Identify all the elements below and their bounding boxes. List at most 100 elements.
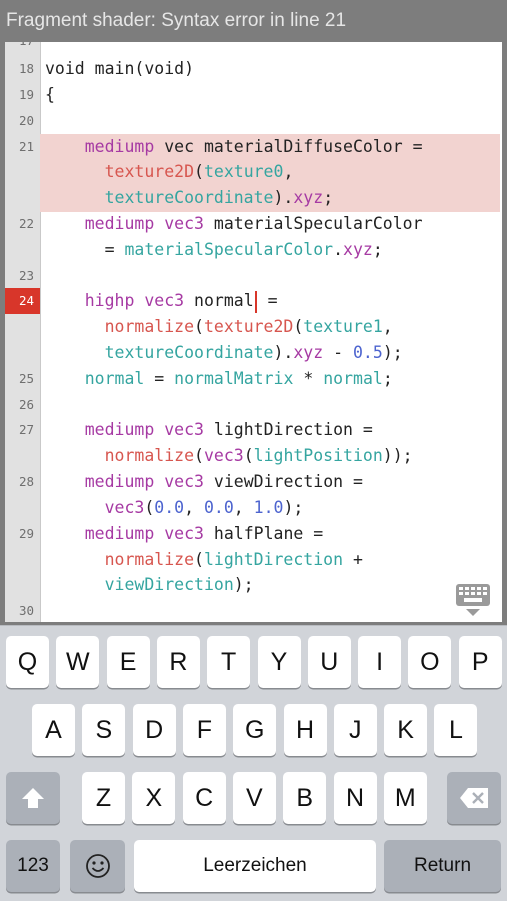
text-cursor [254, 290, 257, 313]
code-token: , [283, 162, 294, 181]
key-n[interactable]: N [333, 772, 377, 824]
code-token: ). [273, 188, 294, 207]
key-t[interactable]: T [207, 636, 251, 688]
editor-frame: Fragment shader: Syntax error in line 21… [0, 0, 507, 625]
code-token: ( [293, 317, 304, 336]
code-line: mediump vec3 lightDirection = [45, 417, 373, 443]
code-line: mediump vec3 halfPlane = [45, 521, 323, 547]
key-s[interactable]: S [82, 704, 126, 756]
code-token: materialSpecularColor [203, 214, 423, 233]
key-p[interactable]: P [458, 636, 502, 688]
line-number: 27 [18, 422, 34, 437]
key-z[interactable]: Z [82, 772, 125, 824]
backspace-icon [460, 788, 488, 808]
code-token: vec3 [164, 420, 204, 439]
key-i[interactable]: I [358, 636, 402, 688]
code-token: texture0 [203, 162, 284, 181]
code-line: normalize(lightDirection + [45, 547, 363, 573]
code-line: vec3(0.0, 0.0, 1.0); [45, 495, 304, 521]
code-token: normalize [104, 550, 195, 569]
error-message: Fragment shader: Syntax error in line 21 [0, 0, 507, 42]
code-token: vec3 [144, 291, 185, 310]
code-token: lightDirection [203, 550, 344, 569]
code-token: ; [372, 240, 383, 259]
code-line: texture2D(texture0, [45, 159, 294, 185]
line-number: 22 [18, 216, 34, 231]
code-token: materialSpecularColor [124, 240, 334, 259]
key-a[interactable]: A [32, 704, 75, 756]
code-line: viewDirection); [45, 572, 254, 598]
key-d[interactable]: D [132, 704, 176, 756]
line-number: 19 [18, 87, 34, 102]
code-token: = [257, 291, 278, 310]
space-key[interactable]: Leerzeichen [134, 840, 376, 892]
key-e[interactable]: E [106, 636, 150, 688]
key-o[interactable]: O [408, 636, 452, 688]
code-token: void main(void) [45, 59, 195, 78]
key-j[interactable]: J [333, 704, 377, 756]
key-c[interactable]: C [182, 772, 226, 824]
key-w[interactable]: W [56, 636, 100, 688]
code-line: textureCoordinate).xyz; [45, 185, 334, 211]
line-number: 25 [18, 371, 34, 386]
code-token: )); [382, 446, 413, 465]
key-k[interactable]: K [384, 704, 428, 756]
code-token: , [233, 498, 254, 517]
code-line: mediump vec3 viewDirection = [45, 469, 363, 495]
key-x[interactable]: X [132, 772, 176, 824]
code-token: xyz [343, 240, 373, 259]
key-y[interactable]: Y [257, 636, 301, 688]
code-token: , [184, 498, 204, 517]
key-g[interactable]: G [233, 704, 277, 756]
shift-key[interactable] [6, 772, 60, 824]
code-token: ; [323, 188, 334, 207]
emoji-key[interactable] [70, 840, 125, 892]
key-q[interactable]: Q [6, 636, 49, 688]
code-token: ( [144, 498, 155, 517]
key-h[interactable]: H [283, 704, 327, 756]
key-u[interactable]: U [307, 636, 351, 688]
code-token: halfPlane = [203, 524, 324, 543]
code-token: vec3 [203, 446, 244, 465]
numbers-key[interactable]: 123 [6, 840, 60, 892]
return-key[interactable]: Return [384, 840, 501, 892]
code-line: normalize(texture2D(texture1, [45, 314, 393, 340]
delete-key[interactable] [447, 772, 501, 824]
key-m[interactable]: M [383, 772, 427, 824]
code-token: vec3 [164, 214, 204, 233]
code-token: 0.0 [203, 498, 234, 517]
code-token: mediump [84, 472, 155, 491]
key-r[interactable]: R [156, 636, 200, 688]
code-line: void main(void) [45, 56, 194, 82]
code-line: { [45, 82, 55, 108]
code-token: mediump [84, 214, 155, 233]
emoji-icon [85, 854, 110, 878]
code-token: lightDirection = [203, 420, 373, 439]
key-v[interactable]: V [232, 772, 276, 824]
code-token: normal [323, 369, 383, 388]
code-editor[interactable]: 17 18 19 20 21 22 23 24 25 26 27 28 29 30 void main(v… [5, 42, 502, 622]
code-token: + [343, 550, 363, 569]
key-f[interactable]: F [182, 704, 226, 756]
code-token: normal [84, 369, 145, 388]
line-number: 18 [18, 61, 34, 76]
key-l[interactable]: L [434, 704, 478, 756]
code-token: ( [194, 550, 204, 569]
code-token: ( [194, 317, 204, 336]
code-token: textureCoordinate [104, 188, 274, 207]
line-number: 23 [18, 268, 34, 283]
code-token: ). [273, 343, 294, 362]
code-token: 0.0 [154, 498, 185, 517]
key-b[interactable]: B [283, 772, 327, 824]
code-token: ( [194, 162, 204, 181]
hide-keyboard-button[interactable] [455, 583, 491, 617]
